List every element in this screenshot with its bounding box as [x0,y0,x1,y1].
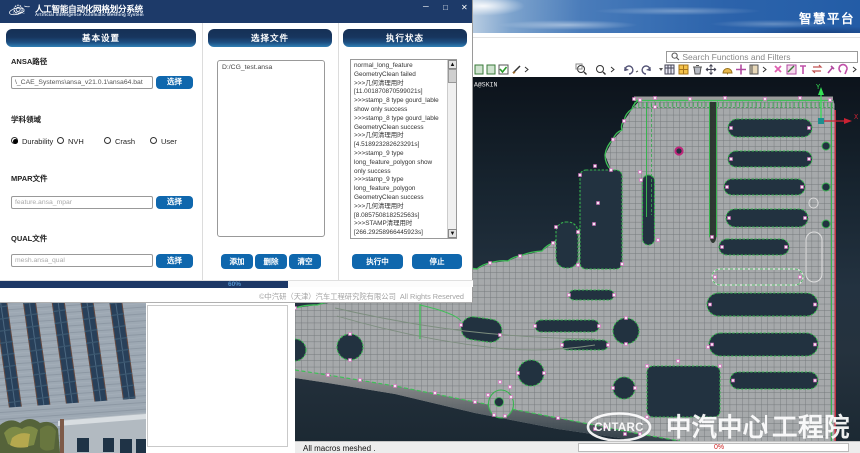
svg-text:工程院: 工程院 [772,413,850,441]
svg-text:CATARC: CATARC [13,10,26,14]
svg-text:中汽中心: 中汽中心 [666,413,769,441]
svg-text:X: X [854,114,859,122]
svg-text:A@SKIN: A@SKIN [474,82,498,89]
svg-text:CNTARC: CNTARC [594,422,644,434]
